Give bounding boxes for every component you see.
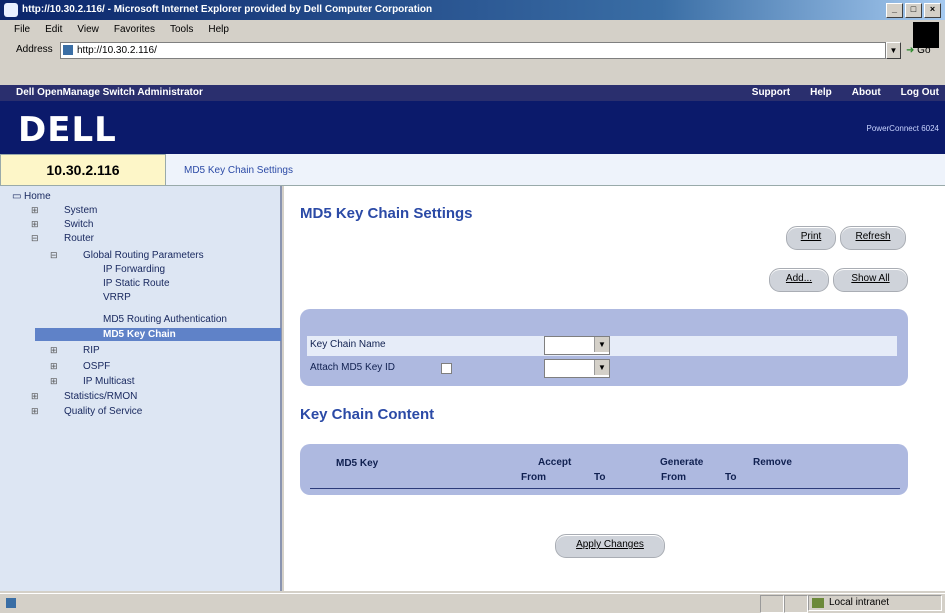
add-button[interactable]: Add... [769,268,829,292]
menu-file[interactable]: File [12,24,32,35]
print-button[interactable]: Print [786,226,836,250]
collapse-icon[interactable]: ⊟ [31,233,39,244]
chevron-down-icon[interactable]: ▼ [594,337,609,352]
dell-logo: DELL [18,110,117,150]
folder-icon: ▭ [12,191,22,202]
window-title: http://10.30.2.116/ - Microsoft Internet… [0,0,945,20]
support-link[interactable]: Support [752,85,790,101]
column-generate: Generate [660,457,704,468]
page-icon [63,45,73,55]
show-all-button[interactable]: Show All [833,268,908,292]
tree-item-md5-auth[interactable]: MD5 Routing Authentication [103,314,227,325]
logout-link[interactable]: Log Out [901,85,939,101]
close-button[interactable]: × [924,3,941,18]
expand-icon[interactable]: ⊞ [50,376,58,387]
tree-item-system[interactable]: System [64,205,97,216]
status-segment [784,595,808,613]
key-chain-content-title: Key Chain Content [300,406,435,423]
help-link[interactable]: Help [810,85,832,101]
minimize-button[interactable]: _ [886,3,903,18]
menu-tools[interactable]: Tools [168,24,195,35]
key-chain-name-label: Key Chain Name [310,339,386,350]
expand-icon[interactable]: ⊞ [31,205,39,216]
md5-key-id-select[interactable]: ▼ [544,359,610,378]
tree-item-ip-static-route[interactable]: IP Static Route [103,278,170,289]
page-title: MD5 Key Chain Settings [300,205,473,222]
tree-item-qos[interactable]: Quality of Service [64,406,142,417]
tree-item-rip[interactable]: RIP [83,345,100,356]
breadcrumb: MD5 Key Chain Settings [184,165,293,176]
menu-help[interactable]: Help [206,24,231,35]
address-dropdown-button[interactable]: ▼ [886,42,901,59]
tree-item-md5-key-chain[interactable]: MD5 Key Chain [103,329,176,340]
collapse-icon[interactable]: ⊟ [50,250,58,261]
window-controls: _ □ × [886,3,941,18]
go-arrow-icon: ➜ [906,45,915,56]
app-banner [0,101,945,154]
table-divider [310,488,900,489]
ie-logo-icon [4,3,18,17]
menu-bar: File Edit View Favorites Tools Help [0,20,945,38]
page-status-icon [6,598,16,608]
menu-view[interactable]: View [75,24,101,35]
model-label: PowerConnect 6024 [866,124,940,133]
tree-item-statistics[interactable]: Statistics/RMON [64,391,137,402]
header-links: Support Help About Log Out [752,85,939,101]
about-link[interactable]: About [852,85,881,101]
go-label: Go [917,45,931,56]
column-remove: Remove [753,457,792,468]
menu-favorites[interactable]: Favorites [112,24,157,35]
security-zone: Local intranet [808,595,942,611]
address-label: Address [16,44,53,55]
tree-item-ip-multicast[interactable]: IP Multicast [83,376,135,387]
expand-icon[interactable]: ⊞ [50,345,58,356]
expand-icon[interactable]: ⊞ [31,406,39,417]
chevron-down-icon[interactable]: ▼ [594,360,609,375]
column-accept-to: To [594,472,606,483]
intranet-zone-icon [812,598,824,608]
device-ip: 10.30.2.116 [0,154,166,186]
attach-md5-key-checkbox[interactable] [441,363,452,374]
tree-item-router[interactable]: Router [64,233,94,244]
key-chain-name-select[interactable]: ▼ [544,336,610,355]
tree-item-switch[interactable]: Switch [64,219,93,230]
column-accept: Accept [538,457,572,468]
tree-item-ospf[interactable]: OSPF [83,361,110,372]
apply-changes-button[interactable]: Apply Changes [555,534,665,558]
column-generate-to: To [725,472,737,483]
go-button[interactable]: ➜ Go [906,42,942,59]
expand-icon[interactable]: ⊞ [31,219,39,230]
column-accept-from: From [521,472,546,483]
status-segment [760,595,784,613]
tree-item-global-routing[interactable]: Global Routing Parameters [83,250,204,261]
tree-item-ip-forwarding[interactable]: IP Forwarding [103,264,165,275]
menu-edit[interactable]: Edit [43,24,64,35]
tree-item-home[interactable]: Home [24,191,51,202]
column-md5-key: MD5 Key [336,458,379,469]
column-generate-from: From [661,472,686,483]
attach-md5-key-label: Attach MD5 Key ID [310,362,396,373]
maximize-button[interactable]: □ [905,3,922,18]
refresh-button[interactable]: Refresh [840,226,906,250]
expand-icon[interactable]: ⊞ [50,361,58,372]
address-input[interactable]: http://10.30.2.116/ [60,42,886,59]
navigation-tree [0,186,282,591]
expand-icon[interactable]: ⊞ [31,391,39,402]
tree-item-vrrp[interactable]: VRRP [103,292,131,303]
